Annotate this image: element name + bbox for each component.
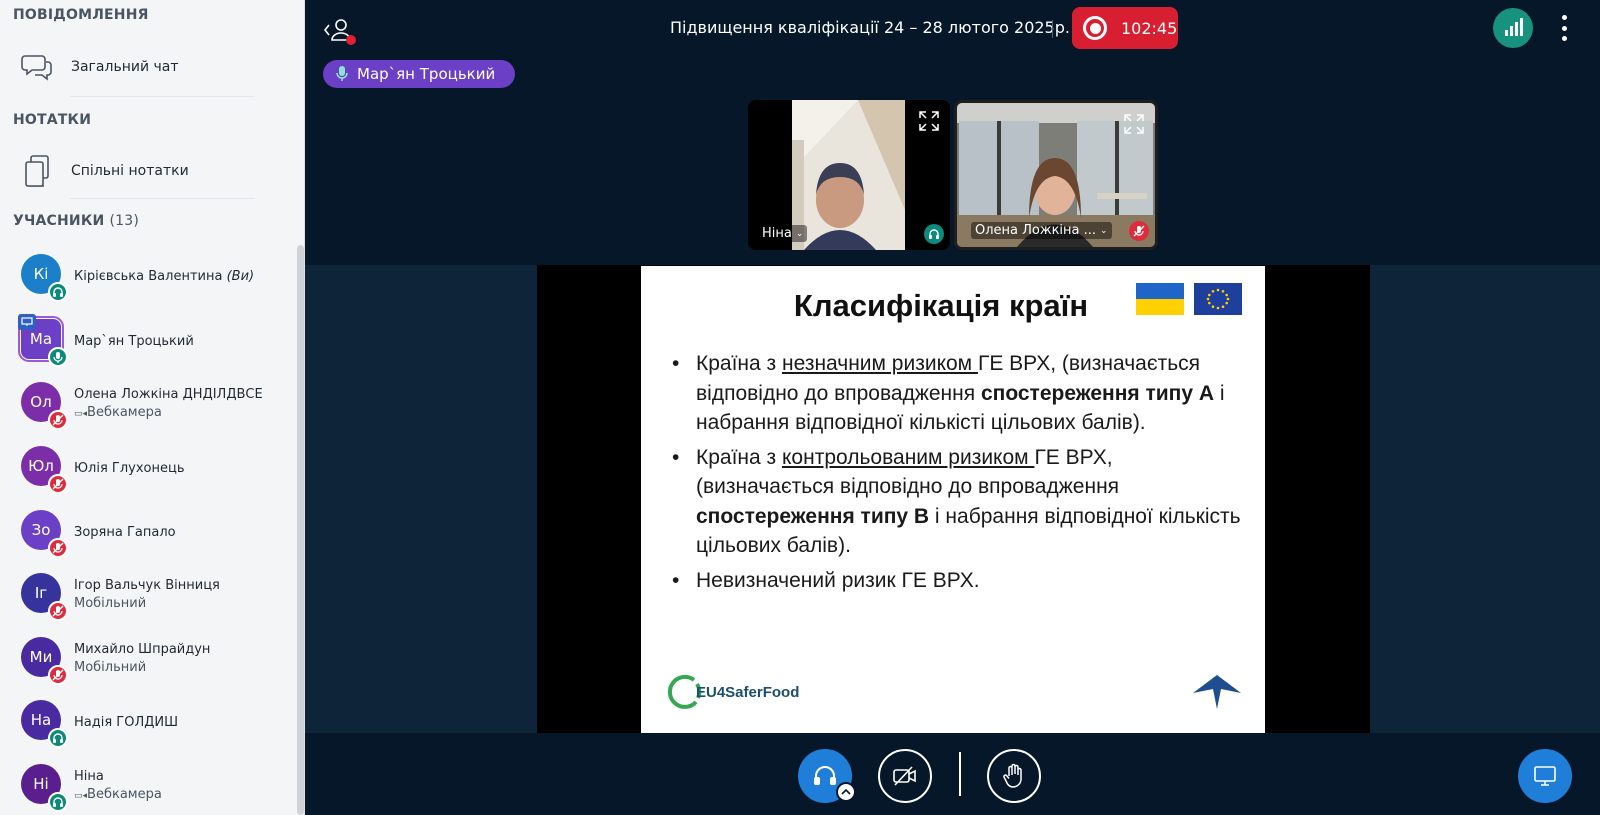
controls-divider [959,752,961,796]
webcam-icon: ▭◂ [74,791,88,801]
recording-button[interactable]: 102:45 [1072,7,1178,49]
participant-name: Ніна [74,769,104,784]
video-tile-nina[interactable]: Ніна ⌄ [748,100,950,250]
slide-bullet: Країна з незначним ризиком ГЕ ВРХ, (визн… [670,349,1245,438]
headphones-icon [48,282,68,302]
participant-device: Мобільний [74,660,147,675]
participant-row[interactable]: На Надія ГОЛДИШ [0,691,290,751]
participant-row[interactable]: Зо Зоряна Гапало [0,501,290,561]
shared-notes-item[interactable]: Спільні нотатки [0,146,255,196]
camera-off-icon [893,766,916,786]
divider [70,96,255,97]
microphone-icon [336,66,348,81]
video-name-text: Ніна [762,226,792,241]
participant-row[interactable]: Ма Мар`ян Троцький [0,310,290,370]
chat-icon [20,50,54,84]
participants-section-title: УЧАСНИКИ (13) [13,213,139,229]
microphone-muted-icon [48,410,68,430]
participant-row[interactable]: Ол Олена Ложкіна ДНДІЛДВСЕ ▭◂Вебкамера [0,373,290,433]
you-label: (Ви) [226,269,255,284]
connection-status-button[interactable] [1493,8,1533,48]
participant-row[interactable]: Кі Кірієвська Валентина (Ви) [0,245,290,305]
video-tile-olena[interactable]: Олена Ложкіна ... ⌄ [954,100,1158,250]
participant-name: Зоряна Гапало [74,525,176,540]
microphone-muted-icon [48,601,68,621]
ukraine-flag-icon [1136,283,1184,315]
divider [70,198,255,199]
screen-share-button[interactable] [1518,749,1572,803]
public-chat-item[interactable]: Загальний чат [0,42,255,92]
arrow-logo-icon [1193,675,1241,709]
microphone-muted-icon [48,474,68,494]
recording-time: 102:45 [1121,18,1178,38]
headphones-icon [48,728,68,748]
video-tile-name[interactable]: Олена Ложкіна ... ⌄ [971,222,1112,239]
headphones-icon [814,766,836,785]
eu-flag-icon [1194,283,1242,315]
public-chat-label: Загальний чат [71,59,179,75]
record-icon [1083,16,1107,40]
headphones-icon [48,792,68,812]
notes-icon [20,154,54,188]
microphone-muted-icon [48,665,68,685]
slide-bullet-list: Країна з незначним ризиком ГЕ ВРХ, (визн… [670,349,1245,600]
talking-indicator: Мар`ян Троцький [323,60,515,88]
participants-scrollbar[interactable] [297,245,304,815]
notes-section-title: НОТАТКИ [13,112,92,128]
microphone-muted-icon [48,538,68,558]
meeting-title: Підвищення кваліфікації 24 – 28 лютого 2… [670,18,1070,37]
participant-name: Кірієвська Валентина (Ви) [74,269,255,284]
video-tile-name[interactable]: Ніна ⌄ [758,225,808,242]
participant-row[interactable]: Ми Михайло Шпрайдун Мобільний [0,628,290,688]
participant-name: Олена Ложкіна ДНДІЛДВСЕ [74,387,263,402]
sidebar: ПОВІДОМЛЕННЯ Загальний чат НОТАТКИ Спіль… [0,0,305,815]
talking-name: Мар`ян Троцький [357,65,496,83]
more-options-button[interactable] [1556,15,1572,41]
slide-bullet: Країна з контрольованим ризиком ГЕ ВРХ, … [670,443,1245,561]
chevron-down-icon: ⌄ [1100,225,1108,236]
participant-name: Ігор Вальчук Вінниця [74,578,220,593]
raise-hand-button[interactable] [987,749,1041,803]
microphone-muted-icon [1129,221,1149,241]
messages-section-title: ПОВІДОМЛЕННЯ [13,7,149,23]
participant-device: ▭◂Вебкамера [74,405,162,420]
eu4saferfood-text: EU4SaferFood [696,683,800,701]
hand-icon [1003,763,1022,788]
participant-name: Юлія Глухонець [74,461,185,476]
video-toggle-button[interactable] [878,749,932,803]
participant-row[interactable]: Ні Ніна ▭◂Вебкамера [0,755,290,815]
chevron-down-icon: ⌄ [795,228,804,239]
participants-title-text: УЧАСНИКИ [13,213,105,229]
participant-row[interactable]: Іг Ігор Вальчук Вінниця Мобільний [0,564,290,624]
presentation-slide: Класифікація країн Країна з незначним ри… [641,266,1265,733]
webcam-icon: ▭◂ [74,409,88,419]
microphone-icon [48,347,68,367]
slide-bullet: Невизначений ризик ГЕ ВРХ. [670,566,1245,596]
shared-notes-label: Спільні нотатки [71,163,189,179]
presenter-icon [18,314,36,330]
participant-device: ▭◂Вебкамера [74,787,162,802]
participant-name: Мар`ян Троцький [74,334,194,349]
eu4saferfood-logo: EU4SaferFood [664,672,799,712]
headphones-icon [924,224,944,244]
expand-icon[interactable] [918,110,940,132]
toggle-sidebar-button[interactable] [322,15,358,47]
participant-device: Мобільний [74,596,147,611]
video-name-text: Олена Ложкіна ... [975,223,1097,238]
expand-icon[interactable] [1123,113,1145,135]
participant-name: Надія ГОЛДИШ [74,715,179,730]
chevron-up-icon [841,788,851,795]
participant-name: Михайло Шпрайдун [74,642,211,657]
participant-row[interactable]: Юл Юлія Глухонець [0,437,290,497]
signal-bars-icon [1505,18,1523,36]
header-divider [1052,20,1053,38]
participants-count: (13) [109,213,140,229]
audio-options-button[interactable] [836,782,856,802]
monitor-icon [1534,766,1556,786]
